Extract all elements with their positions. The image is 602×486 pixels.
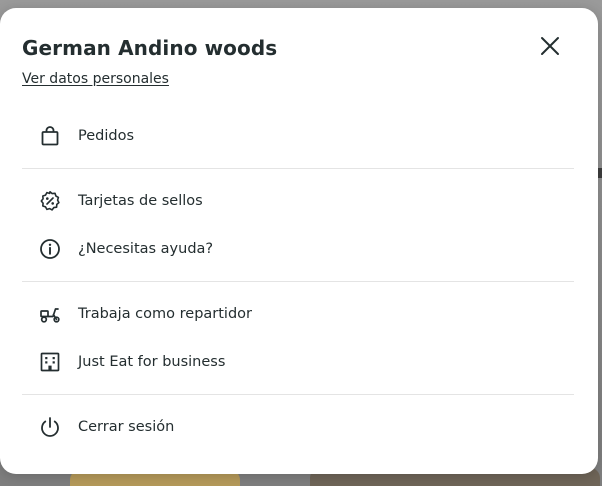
background-element — [598, 168, 602, 178]
percent-badge-icon — [39, 190, 61, 212]
menu-item-help[interactable]: ¿Necesitas ayuda? — [22, 225, 574, 273]
info-icon — [39, 238, 61, 260]
scooter-icon — [39, 303, 61, 325]
menu-item-label: Tarjetas de sellos — [78, 193, 203, 209]
account-menu: Pedidos Tarjetas de sellos ¿Necesitas ay… — [22, 112, 574, 451]
power-icon — [39, 416, 61, 438]
menu-item-label: ¿Necesitas ayuda? — [78, 241, 214, 257]
close-button[interactable] — [534, 30, 566, 62]
menu-item-logout[interactable]: Cerrar sesión — [22, 403, 574, 451]
account-menu-modal: German Andino woods Ver datos personales… — [0, 8, 598, 474]
menu-item-label: Pedidos — [78, 128, 135, 144]
menu-item-label: Trabaja como repartidor — [78, 306, 252, 322]
building-icon — [39, 351, 61, 373]
menu-item-stamp-cards[interactable]: Tarjetas de sellos — [22, 177, 574, 225]
menu-item-label: Cerrar sesión — [78, 419, 175, 435]
view-personal-data-link[interactable]: Ver datos personales — [22, 70, 169, 88]
menu-divider — [22, 168, 574, 169]
menu-item-label: Just Eat for business — [78, 354, 226, 370]
menu-item-orders[interactable]: Pedidos — [22, 112, 574, 160]
menu-divider — [22, 281, 574, 282]
menu-divider — [22, 394, 574, 395]
menu-item-become-courier[interactable]: Trabaja como repartidor — [22, 290, 574, 338]
user-name-title: German Andino woods — [22, 36, 278, 60]
menu-item-business[interactable]: Just Eat for business — [22, 338, 574, 386]
shopping-bag-icon — [39, 125, 61, 147]
close-icon — [540, 36, 560, 56]
